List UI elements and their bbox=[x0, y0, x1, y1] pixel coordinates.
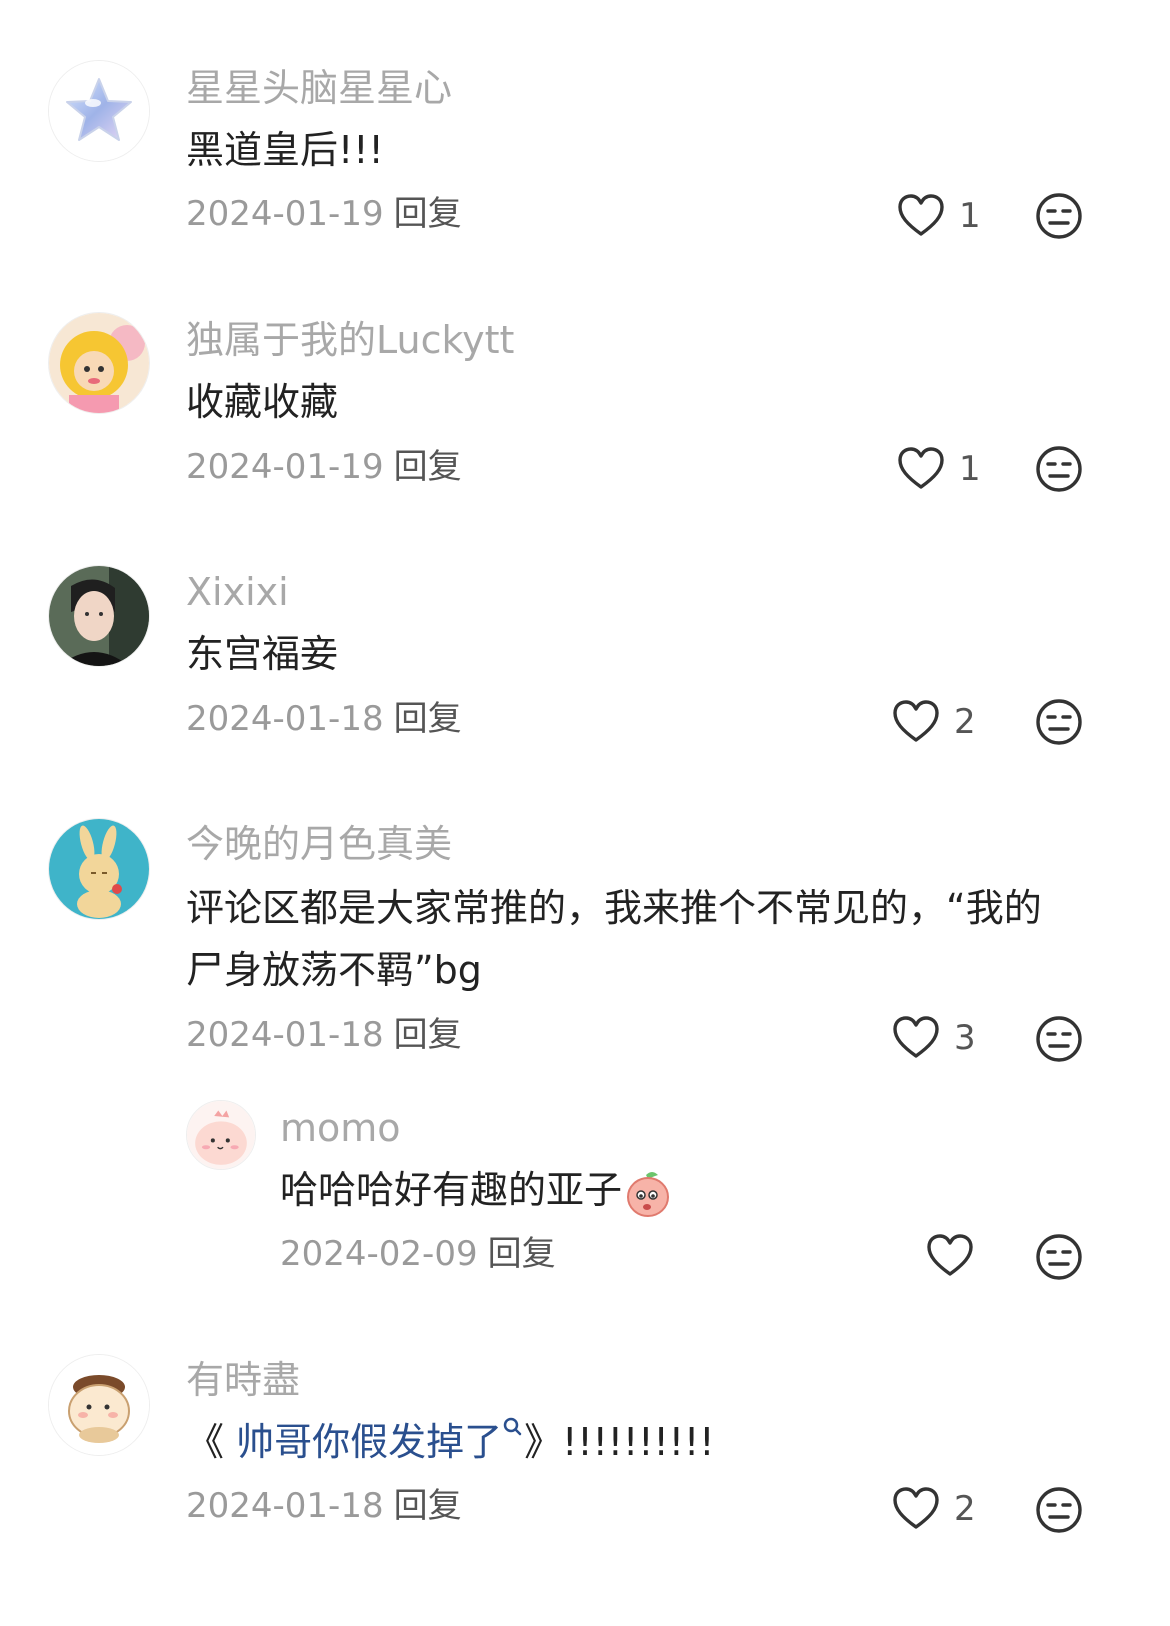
like-button[interactable]: 1 bbox=[897, 447, 981, 491]
like-button[interactable] bbox=[926, 1234, 974, 1278]
like-button[interactable]: 2 bbox=[892, 1487, 976, 1531]
reply-button[interactable]: 回复 bbox=[394, 194, 462, 234]
reply-meta: 2024-02-09 回复 bbox=[280, 1232, 556, 1276]
search-link[interactable]: 帅哥你假发掉了 bbox=[224, 1417, 524, 1464]
like-count: 2 bbox=[954, 1489, 976, 1529]
like-count: 1 bbox=[959, 449, 981, 489]
like-button[interactable]: 2 bbox=[892, 700, 976, 744]
heart-icon bbox=[897, 447, 945, 491]
heart-icon bbox=[897, 194, 945, 238]
dislike-button[interactable] bbox=[1035, 1233, 1083, 1281]
reply-button[interactable]: 回复 bbox=[394, 699, 462, 739]
dislike-button[interactable] bbox=[1035, 698, 1083, 746]
dislike-button[interactable] bbox=[1035, 1486, 1083, 1534]
comment-text-line: 尸身放荡不羁”bg bbox=[186, 948, 482, 992]
pink-blob-avatar[interactable] bbox=[186, 1100, 256, 1170]
peach-emoji-icon bbox=[627, 1171, 670, 1217]
comment-date: 2024-01-18 bbox=[186, 1486, 384, 1526]
meh-face-icon bbox=[1035, 1015, 1083, 1063]
reply-button[interactable]: 回复 bbox=[488, 1234, 556, 1274]
reply-button[interactable]: 回复 bbox=[394, 1015, 462, 1055]
comment-text: 《 帅哥你假发掉了 》!!!!!!!!!! bbox=[186, 1410, 714, 1474]
reply-text: 哈哈哈好有趣的亚子 bbox=[280, 1158, 674, 1222]
heart-icon bbox=[892, 1487, 940, 1531]
heart-icon bbox=[892, 700, 940, 744]
comment-date: 2024-01-18 bbox=[186, 1015, 384, 1055]
book-title-close-bracket: 》!!!!!!!!!! bbox=[524, 1420, 715, 1464]
comment-text: 收藏收藏 bbox=[186, 380, 339, 424]
reply-username[interactable]: momo bbox=[280, 1104, 401, 1152]
reply-button[interactable]: 回复 bbox=[394, 447, 462, 487]
book-title-open-bracket: 《 bbox=[186, 1420, 225, 1464]
comment-meta: 2024-01-19 回复 bbox=[186, 445, 462, 489]
person-photo-avatar[interactable] bbox=[48, 565, 150, 667]
heart-icon bbox=[892, 1016, 940, 1060]
comment-text: 东宫福妾 bbox=[186, 632, 339, 676]
comment-username[interactable]: 有時盡 bbox=[186, 1356, 300, 1404]
like-count: 1 bbox=[959, 196, 981, 236]
comment-meta: 2024-01-19 回复 bbox=[186, 192, 462, 236]
like-button[interactable]: 1 bbox=[897, 194, 981, 238]
comment-username[interactable]: 今晚的月色真美 bbox=[186, 820, 452, 868]
dislike-button[interactable] bbox=[1035, 192, 1083, 240]
search-icon bbox=[503, 1417, 522, 1436]
comment-meta: 2024-01-18 回复 bbox=[186, 1013, 462, 1057]
comment-username[interactable]: Xixixi bbox=[186, 568, 289, 616]
cartoon-girl-avatar[interactable] bbox=[48, 312, 150, 414]
like-count: 2 bbox=[954, 702, 976, 742]
search-link-text: 帅哥你假发掉了 bbox=[224, 1420, 503, 1464]
dislike-button[interactable] bbox=[1035, 1015, 1083, 1063]
reply-text-body: 哈哈哈好有趣的亚子 bbox=[280, 1168, 623, 1212]
meh-face-icon bbox=[1035, 1486, 1083, 1534]
meh-face-icon bbox=[1035, 1233, 1083, 1281]
comment-text-line: 评论区都是大家常推的，我来推个不常见的，“我的 bbox=[186, 886, 1042, 930]
heart-icon bbox=[926, 1234, 974, 1278]
star-avatar[interactable] bbox=[48, 60, 150, 162]
comment-meta: 2024-01-18 回复 bbox=[186, 1484, 462, 1528]
comment-text: 黑道皇后!!! bbox=[186, 128, 384, 172]
comment-meta: 2024-01-18 回复 bbox=[186, 697, 462, 741]
rabbit-avatar[interactable] bbox=[48, 818, 150, 920]
meh-face-icon bbox=[1035, 698, 1083, 746]
comment-date: 2024-01-19 bbox=[186, 447, 384, 487]
cartoon-bun-avatar[interactable] bbox=[48, 1354, 150, 1456]
reply-date: 2024-02-09 bbox=[280, 1234, 478, 1274]
comment-date: 2024-01-19 bbox=[186, 194, 384, 234]
reply-button[interactable]: 回复 bbox=[394, 1486, 462, 1526]
comment-username[interactable]: 独属于我的Luckytt bbox=[186, 316, 514, 364]
comment-username[interactable]: 星星头脑星星心 bbox=[186, 64, 452, 112]
comment-date: 2024-01-18 bbox=[186, 699, 384, 739]
meh-face-icon bbox=[1035, 445, 1083, 493]
dislike-button[interactable] bbox=[1035, 445, 1083, 493]
meh-face-icon bbox=[1035, 192, 1083, 240]
like-count: 3 bbox=[954, 1018, 976, 1058]
like-button[interactable]: 3 bbox=[892, 1016, 976, 1060]
